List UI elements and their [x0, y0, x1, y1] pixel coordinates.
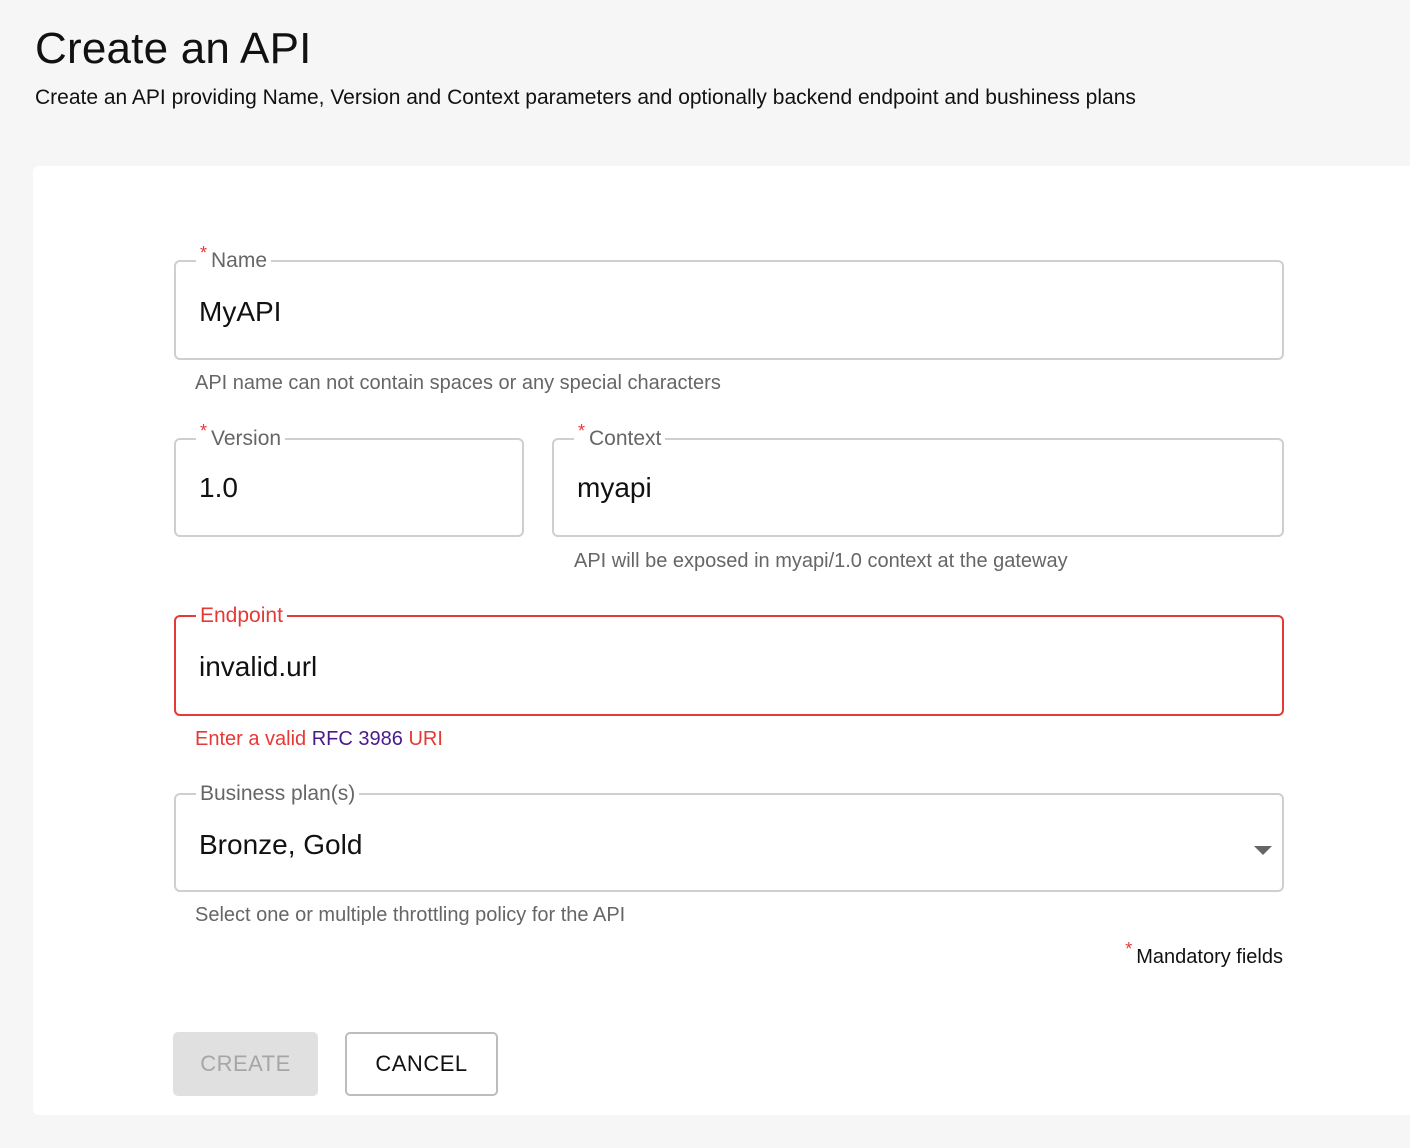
business-plans-value[interactable]: Bronze, Gold	[199, 829, 362, 861]
page-subtitle: Create an API providing Name, Version an…	[35, 86, 1136, 109]
business-plans-helper-text: Select one or multiple throttling policy…	[195, 904, 626, 926]
required-marker: *	[200, 421, 208, 441]
version-label: * Version	[200, 421, 282, 450]
mandatory-fields-note: * Mandatory fields	[1125, 939, 1283, 968]
name-field[interactable]: * Name	[174, 243, 1284, 360]
name-label: * Name	[200, 243, 268, 272]
rfc-3986-link[interactable]: RFC 3986	[312, 728, 403, 750]
endpoint-label: Endpoint	[200, 604, 283, 627]
required-marker: *	[578, 421, 586, 441]
business-plans-select[interactable]: Business plan(s) Bronze, Gold	[174, 783, 1284, 892]
version-input[interactable]	[199, 472, 499, 504]
context-field[interactable]: * Context	[552, 421, 1284, 537]
cancel-button[interactable]: CANCEL	[345, 1032, 498, 1096]
chevron-down-icon[interactable]	[1254, 846, 1272, 855]
endpoint-field[interactable]: Endpoint	[174, 605, 1284, 716]
context-helper-text: API will be exposed in myapi/1.0 context…	[574, 550, 1068, 572]
context-input[interactable]	[577, 472, 1257, 504]
name-input[interactable]	[199, 296, 1249, 328]
create-button[interactable]: CREATE	[173, 1032, 318, 1096]
required-marker: *	[200, 243, 208, 263]
endpoint-input[interactable]	[199, 651, 1249, 683]
context-label: * Context	[578, 421, 662, 450]
create-api-form-card: *Name API name can not contain spaces or…	[33, 166, 1410, 1115]
required-marker: *	[1125, 939, 1133, 959]
name-helper-text: API name can not contain spaces or any s…	[195, 372, 721, 394]
page-title: Create an API	[35, 24, 312, 73]
business-plans-label: Business plan(s)	[200, 782, 356, 805]
endpoint-error-text: Enter a valid RFC 3986 URI	[195, 728, 443, 750]
version-field[interactable]: * Version	[174, 421, 524, 537]
